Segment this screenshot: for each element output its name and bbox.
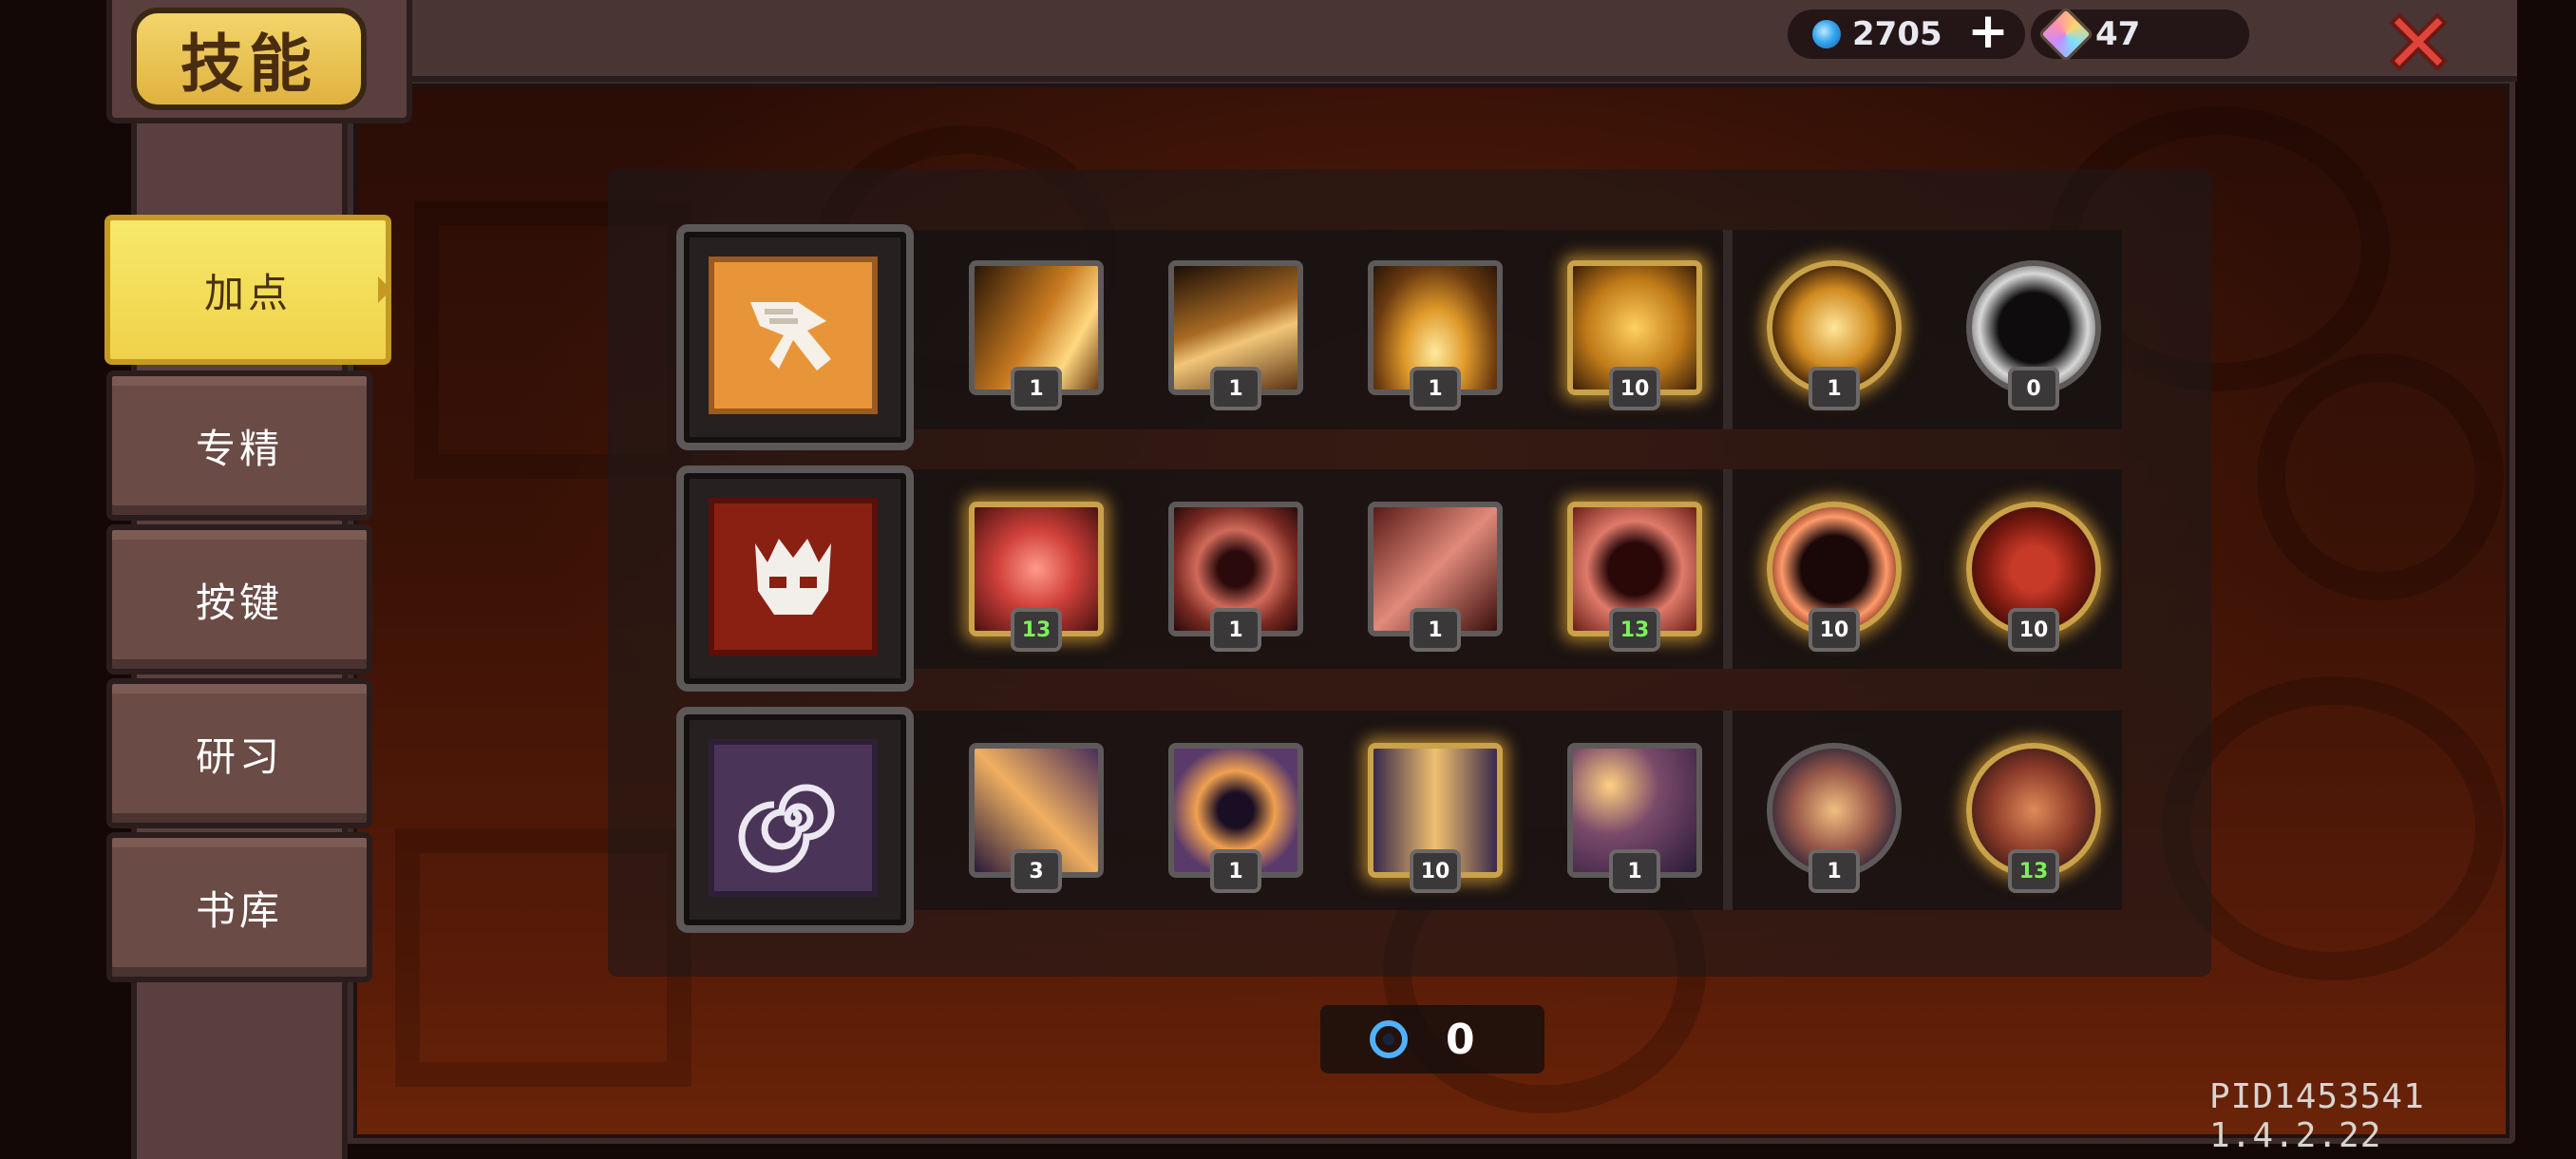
add-currency-button[interactable]: + <box>1966 7 2010 56</box>
crystal-count: 47 <box>2095 15 2141 53</box>
skill-level-badge: 1 <box>1011 367 1062 410</box>
demon-mask-icon <box>709 498 878 656</box>
skill-level-badge: 1 <box>1210 849 1261 893</box>
skill-octopus-passive[interactable]: 13 <box>1966 743 2101 893</box>
tab-library[interactable]: 书库 <box>106 832 372 982</box>
close-icon[interactable] <box>2382 6 2454 78</box>
skill-level-badge: 0 <box>2008 367 2059 410</box>
winged-blade-icon <box>709 256 878 414</box>
skill-light-pillar[interactable]: 10 <box>1368 743 1503 893</box>
skill-level-badge: 1 <box>1809 849 1860 893</box>
skill-sword-ring[interactable]: 1 <box>1368 260 1503 410</box>
skill-point-icon <box>1370 1020 1408 1058</box>
skill-blood-skull[interactable]: 13 <box>1567 502 1702 652</box>
category-spiral-button[interactable] <box>676 707 914 933</box>
skill-level-badge: 13 <box>1609 608 1660 652</box>
skill-level-badge: 10 <box>2008 608 2059 652</box>
skill-golden-rage[interactable]: 10 <box>1567 260 1702 410</box>
crystal-icon <box>2037 6 2094 63</box>
skill-points-value: 0 <box>1446 1015 1475 1064</box>
skill-blood-spear[interactable]: 1 <box>1368 502 1503 652</box>
tab-specialization[interactable]: 专精 <box>106 370 372 521</box>
skill-level-badge: 13 <box>2008 849 2059 893</box>
skill-crescent-slash[interactable]: 1 <box>969 260 1104 410</box>
skill-level-badge: 3 <box>1011 849 1062 893</box>
skill-dark-skull-passive[interactable]: 10 <box>1767 502 1902 652</box>
skill-level-badge: 1 <box>1210 608 1261 652</box>
skill-golden-sword-passive[interactable]: 1 <box>1767 260 1902 410</box>
tab-keybinds[interactable]: 按键 <box>106 524 372 674</box>
skill-blood-bell-passive[interactable]: 10 <box>1966 502 2101 652</box>
skill-blood-axe[interactable]: 13 <box>969 502 1104 652</box>
skill-level-badge: 1 <box>1410 367 1461 410</box>
skill-blood-burst[interactable]: 1 <box>1168 502 1303 652</box>
spiral-icon <box>709 739 878 897</box>
tab-study[interactable]: 研习 <box>106 678 372 828</box>
skill-level-badge: 10 <box>1809 608 1860 652</box>
gem-icon <box>1812 20 1841 48</box>
skill-level-badge: 1 <box>1609 849 1660 893</box>
category-wings-button[interactable] <box>676 224 914 450</box>
tab-points[interactable]: 加点 <box>104 215 391 365</box>
gem-count: 2705 <box>1852 15 1942 53</box>
skill-whirlwind[interactable]: 1 <box>1168 260 1303 410</box>
skill-level-badge: 1 <box>1210 367 1261 410</box>
skill-vortex[interactable]: 1 <box>1168 743 1303 893</box>
skill-orbiting-orbs[interactable]: 1 <box>1567 743 1702 893</box>
skill-points: 0 <box>1320 1005 1544 1074</box>
skill-level-badge: 10 <box>1410 849 1461 893</box>
skill-dark-orb-passive[interactable]: 0 <box>1966 260 2101 410</box>
skill-star-comet[interactable]: 3 <box>969 743 1104 893</box>
crystal-currency: 47 <box>2031 6 2249 63</box>
page-title: 技能 <box>131 8 367 110</box>
skill-chain-seal-passive[interactable]: 1 <box>1767 743 1902 893</box>
skill-level-badge: 1 <box>1410 608 1461 652</box>
skill-level-badge: 13 <box>1011 608 1062 652</box>
category-demon-button[interactable] <box>676 466 914 692</box>
skill-level-badge: 1 <box>1809 367 1860 410</box>
version-label: PID1453541 1.4.2.22 <box>2209 1077 2425 1155</box>
skill-level-badge: 10 <box>1609 367 1660 410</box>
